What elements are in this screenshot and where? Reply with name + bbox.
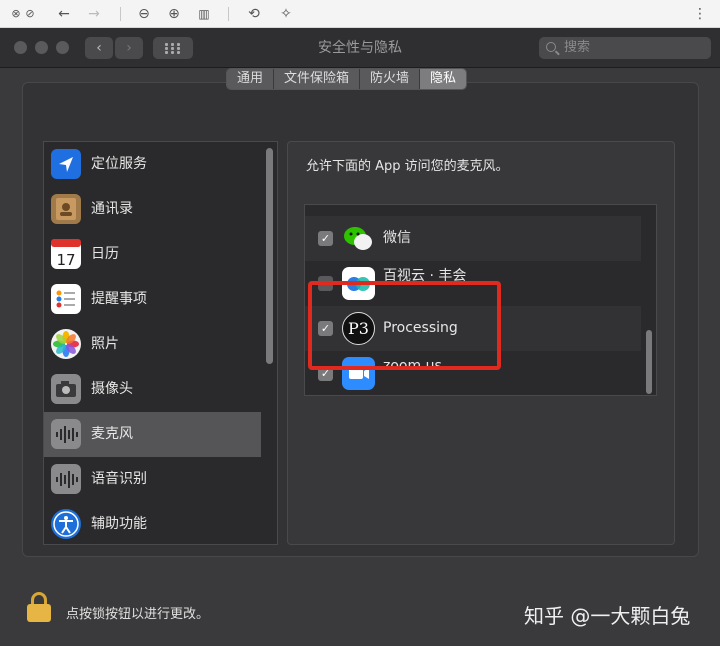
- search-field[interactable]: 搜索: [539, 37, 711, 59]
- magic-wand-icon[interactable]: ✧: [276, 4, 296, 24]
- category-scrollbar-thumb[interactable]: [266, 148, 273, 364]
- wechat-icon: [342, 222, 375, 255]
- photos-icon: [51, 329, 81, 359]
- lock-hint-text: 点按锁按钮以进行更改。: [66, 607, 210, 622]
- app-list-scrollbar-thumb[interactable]: [646, 330, 652, 394]
- sidebar-item-speech-recognition[interactable]: 语音识别: [44, 457, 261, 502]
- red-highlight-box: [308, 281, 501, 370]
- viewer-toolbar: ⊗ ⊘ ← → ⊖ ⊕ ▥ ⟲ ✧ ⋮: [0, 0, 720, 28]
- sidebar-item-photos[interactable]: 照片: [44, 322, 261, 367]
- svg-text:17: 17: [56, 251, 75, 269]
- minimize-viewer-icon[interactable]: ⊘: [20, 4, 40, 24]
- sidebar-item-calendar[interactable]: 17 日历: [44, 232, 261, 277]
- lock-icon[interactable]: [27, 592, 51, 622]
- calendar-icon: 17: [51, 239, 81, 269]
- list-item: [305, 204, 641, 205]
- contacts-icon: [51, 194, 81, 224]
- title-bar: ‹ › 安全性与隐私 搜索: [0, 28, 720, 68]
- microphone-icon: [51, 419, 81, 449]
- reminders-icon: [51, 284, 81, 314]
- zoom-out-icon[interactable]: ⊖: [134, 4, 154, 24]
- tab-filevault[interactable]: 文件保险箱: [274, 69, 361, 89]
- wechat-checkbox[interactable]: ✓: [318, 231, 333, 246]
- sidebar-item-contacts[interactable]: 通讯录: [44, 187, 261, 232]
- speech-recognition-icon: [51, 464, 81, 494]
- sidebar-item-accessibility[interactable]: 辅助功能: [44, 502, 261, 544]
- privacy-category-list[interactable]: 定位服务 通讯录 17 日历 提醒事项 照片 摄像头 麦克风 语音识别 辅助功能: [43, 141, 278, 545]
- fit-window-icon[interactable]: ▥: [194, 4, 214, 24]
- back-arrow-icon[interactable]: ←: [54, 4, 74, 24]
- rotate-icon[interactable]: ⟲: [244, 4, 264, 24]
- forward-arrow-icon[interactable]: →: [84, 4, 104, 24]
- tab-privacy[interactable]: 隐私: [420, 69, 467, 89]
- more-options-icon[interactable]: ⋮: [690, 4, 710, 24]
- app-row-wechat[interactable]: ✓ 微信: [305, 216, 641, 261]
- location-icon: [51, 149, 81, 179]
- search-icon: [546, 42, 556, 52]
- search-placeholder: 搜索: [564, 40, 591, 55]
- toolbar-divider: [120, 7, 121, 21]
- zoom-in-icon[interactable]: ⊕: [164, 4, 184, 24]
- panel-caption: 允许下面的 App 访问您的麦克风。: [306, 159, 509, 174]
- sidebar-item-location[interactable]: 定位服务: [44, 142, 261, 187]
- tab-bar: 通用 文件保险箱 防火墙 隐私: [226, 68, 468, 90]
- sidebar-item-camera[interactable]: 摄像头: [44, 367, 261, 412]
- camera-icon: [51, 374, 81, 404]
- tab-firewall[interactable]: 防火墙: [360, 69, 421, 89]
- sidebar-item-microphone[interactable]: 麦克风: [44, 412, 261, 457]
- sidebar-item-reminders[interactable]: 提醒事项: [44, 277, 261, 322]
- tab-general[interactable]: 通用: [227, 69, 275, 89]
- toolbar-divider: [228, 7, 229, 21]
- watermark: 知乎 @一大颗白兔: [524, 604, 691, 628]
- accessibility-icon: [51, 509, 81, 539]
